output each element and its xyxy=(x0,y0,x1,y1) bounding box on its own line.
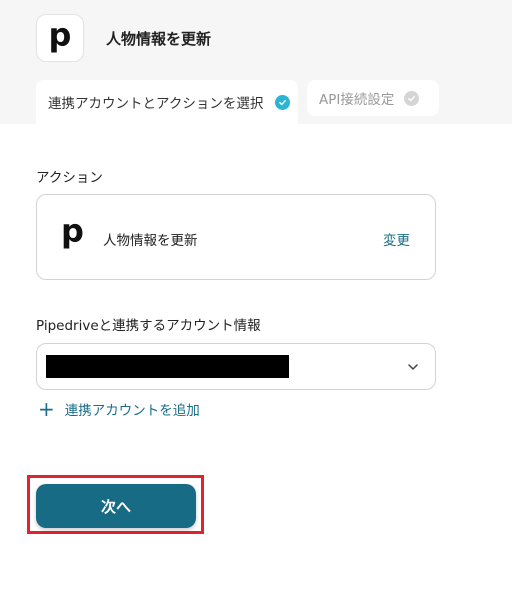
chevron-down-icon xyxy=(408,364,418,370)
pipedrive-logo-icon: p xyxy=(61,212,84,250)
account-section-label: Pipedriveと連携するアカウント情報 xyxy=(36,318,261,334)
plus-icon: + xyxy=(38,397,55,421)
redacted-account-value xyxy=(46,355,289,378)
change-action-link[interactable]: 変更 xyxy=(383,229,410,249)
next-button[interactable]: 次へ xyxy=(36,484,196,528)
action-section-label: アクション xyxy=(36,170,103,186)
tab-label: API接続設定 xyxy=(319,92,395,108)
add-account-label: 連携アカウントを追加 xyxy=(64,403,200,419)
account-select[interactable] xyxy=(36,343,436,390)
add-account-link[interactable]: + 連携アカウントを追加 xyxy=(38,399,200,419)
tab-label: 連携アカウントとアクションを選択 xyxy=(48,96,264,112)
check-circle-icon xyxy=(404,90,420,106)
action-card: p 人物情報を更新 変更 xyxy=(36,194,436,280)
check-circle-icon xyxy=(275,94,291,110)
tab-api-settings[interactable]: API接続設定 xyxy=(307,80,439,116)
action-name: 人物情報を更新 xyxy=(103,233,198,249)
page-title: 人物情報を更新 xyxy=(106,30,212,48)
tab-select-account-action[interactable]: 連携アカウントとアクションを選択 xyxy=(36,80,298,124)
pipedrive-logo-icon: p xyxy=(36,14,84,62)
